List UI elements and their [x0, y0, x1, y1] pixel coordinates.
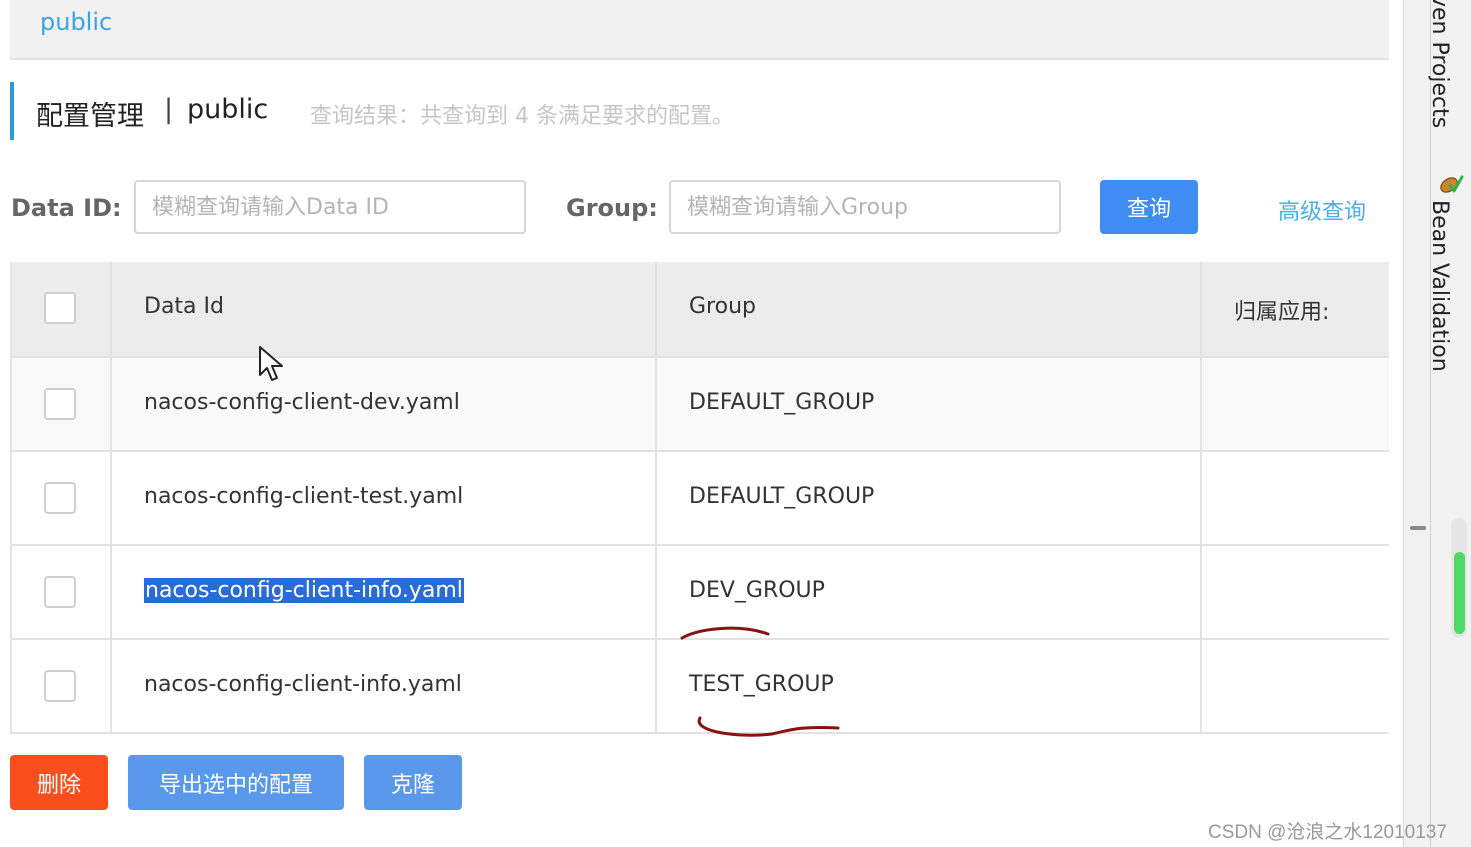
clone-button[interactable]: 克隆: [364, 755, 462, 810]
ide-scrollbar-thumb[interactable]: [1454, 552, 1465, 634]
page-title-bar: 配置管理 | public 查询结果：共查询到 4 条满足要求的配置。: [10, 82, 734, 140]
namespace-bar: public: [10, 0, 1389, 60]
export-selected-button[interactable]: 导出选中的配置: [128, 755, 344, 810]
data-id-search-input[interactable]: [134, 180, 526, 234]
table-row: nacos-config-client-dev.yaml DEFAULT_GRO…: [12, 358, 1389, 452]
ide-side-panel: ven Projects Bean Validation: [1403, 0, 1471, 847]
row-checkbox[interactable]: [44, 576, 76, 608]
row-group: DEFAULT_GROUP: [689, 390, 875, 415]
row-checkbox[interactable]: [44, 482, 76, 514]
advanced-query-link[interactable]: 高级查询: [1278, 194, 1366, 226]
namespace-tab-public[interactable]: public: [40, 8, 112, 36]
query-button[interactable]: 查询: [1100, 180, 1198, 234]
table-header-row: Data Id Group 归属应用:: [12, 262, 1389, 358]
group-search-input[interactable]: [669, 180, 1061, 234]
mouse-cursor-icon: [259, 346, 283, 381]
table-row: nacos-config-client-info.yaml DEV_GROUP: [12, 546, 1389, 640]
row-data-id: nacos-config-client-test.yaml: [144, 484, 464, 509]
group-label: Group:: [566, 194, 658, 222]
row-data-id: nacos-config-client-dev.yaml: [144, 390, 460, 415]
query-result-summary: 查询结果：共查询到 4 条满足要求的配置。: [310, 104, 734, 129]
title-separator: |: [164, 94, 174, 125]
data-id-label: Data ID:: [11, 194, 122, 222]
header-app: 归属应用:: [1234, 300, 1330, 325]
maven-projects-tab[interactable]: ven Projects: [1427, 0, 1452, 128]
config-table: Data Id Group 归属应用: nacos-config-client-…: [10, 262, 1389, 734]
watermark: CSDN @沧浪之水12010137: [1208, 822, 1447, 843]
page-title: 配置管理: [36, 101, 144, 132]
row-group: TEST_GROUP: [689, 672, 834, 697]
row-checkbox[interactable]: [44, 388, 76, 420]
ide-collapse-handle[interactable]: [1410, 526, 1426, 530]
row-data-id-selected: nacos-config-client-info.yaml: [144, 578, 464, 603]
row-group: DEFAULT_GROUP: [689, 484, 875, 509]
bean-validation-tab[interactable]: Bean Validation: [1427, 200, 1452, 372]
row-group: DEV_GROUP: [689, 578, 825, 603]
header-data-id[interactable]: Data Id: [144, 294, 224, 319]
bean-validation-icon: [1440, 175, 1464, 193]
header-group[interactable]: Group: [689, 294, 756, 319]
delete-button[interactable]: 删除: [10, 755, 108, 810]
row-data-id: nacos-config-client-info.yaml: [144, 672, 462, 697]
title-namespace: public: [187, 94, 269, 125]
table-row: nacos-config-client-info.yaml TEST_GROUP: [12, 640, 1389, 734]
select-all-checkbox[interactable]: [44, 292, 76, 324]
row-checkbox[interactable]: [44, 670, 76, 702]
table-row: nacos-config-client-test.yaml DEFAULT_GR…: [12, 452, 1389, 546]
